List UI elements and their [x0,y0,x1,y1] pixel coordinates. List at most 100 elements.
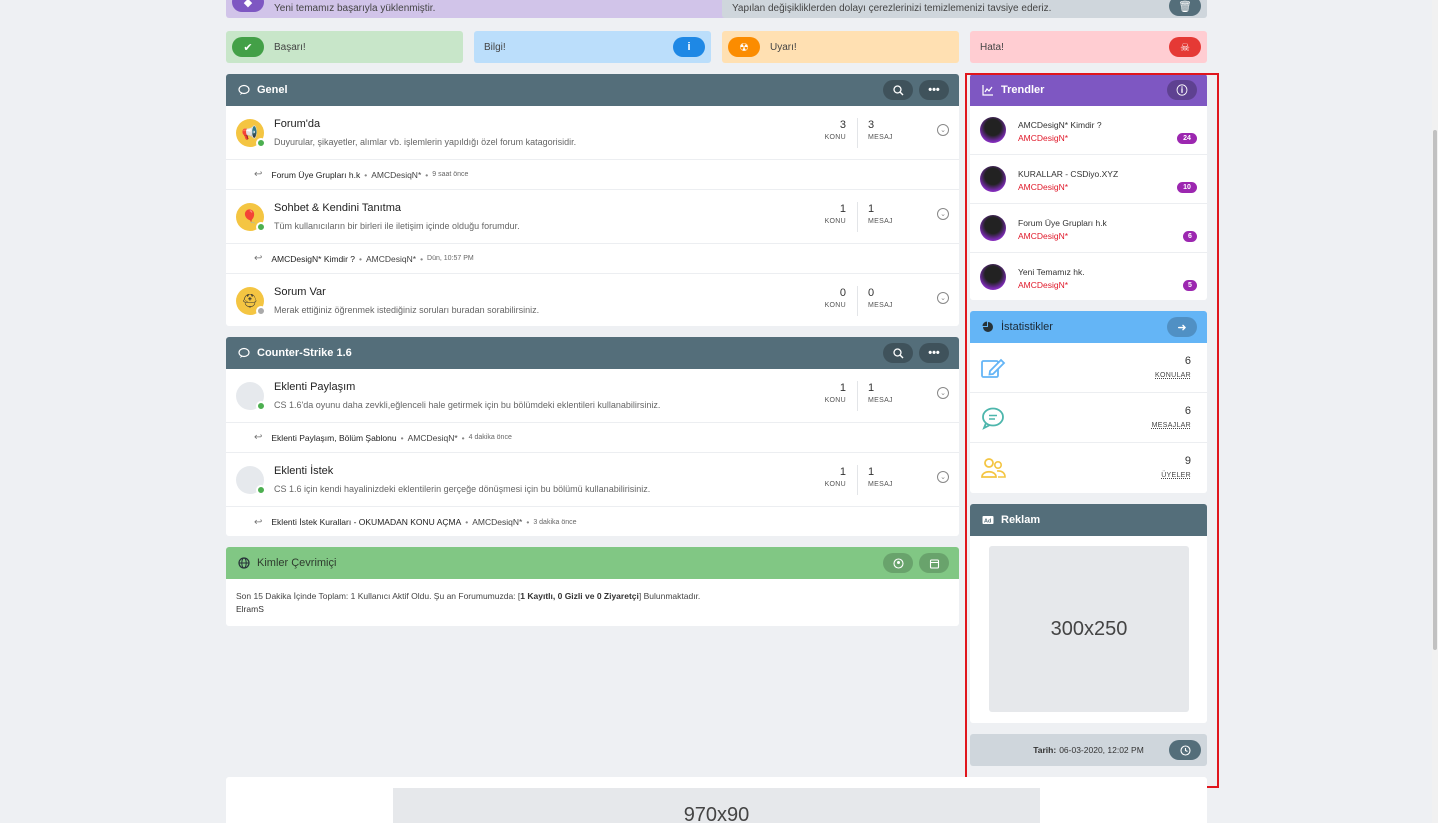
calendar-icon[interactable] [919,553,949,573]
scrollbar[interactable] [1432,0,1438,823]
forum-topics: 0 KONU [824,287,846,309]
forum-title[interactable]: Eklenti İstek [274,465,333,477]
forum-title[interactable]: Sohbet & Kendini Tanıtma [274,202,401,214]
last-post-time: 9 saat önce [432,171,469,178]
chevron-down-icon[interactable]: ⌄ [937,208,949,220]
forum-row[interactable]: Eklenti Paylaşım CS 1.6'da oyunu daha ze… [226,369,959,423]
avatar[interactable] [980,166,1006,192]
forum-row[interactable]: 🎈 Sohbet & Kendini Tanıtma Tüm kullanıcı… [226,190,959,244]
trend-item[interactable]: KURALLAR - CSDiyo.XYZ AMCDesigN* 10 [970,155,1207,204]
reply-icon: ↩ [254,516,263,528]
last-post: ↩ Eklenti Paylaşım, Bölüm Şablonu • AMCD… [226,423,959,453]
trend-item[interactable]: AMCDesigN* Kimdir ? AMCDesigN* 24 [970,106,1207,155]
chevron-down-icon[interactable]: ⌄ [937,124,949,136]
status-dot [256,222,266,232]
forum-row[interactable]: 📢 Forum'da Duyurular, şikayetler, alımla… [226,106,959,160]
forum-description: CS 1.6 için kendi hayalinizdeki eklentil… [274,484,651,494]
alert-success: ✔ Başarı! [226,31,463,63]
date-bar: Tarih: 06-03-2020, 12:02 PM [970,734,1207,766]
chevron-down-icon[interactable]: ⌄ [937,471,949,483]
forum-posts: 1 MESAJ [868,382,893,404]
last-post-title[interactable]: Eklenti İstek Kuralları - OKUMADAN KONU … [271,517,461,527]
chevron-down-icon[interactable]: ⌄ [937,292,949,304]
globe-icon [238,557,250,569]
trend-item[interactable]: Forum Üye Grupları h.k AMCDesigN* 6 [970,204,1207,253]
chart-line-icon [982,84,994,96]
trend-title[interactable]: Forum Üye Grupları h.k [1018,218,1107,228]
skull-icon: ☠ [1169,37,1201,57]
forum-posts: 1 MESAJ [868,466,893,488]
category-title[interactable]: Counter-Strike 1.6 [257,347,352,359]
forum-description: CS 1.6'da oyunu daha zevkli,eğlenceli ha… [274,400,661,410]
forum-topics: 1 KONU [824,466,846,488]
category-header: Counter-Strike 1.6 ••• [226,337,959,369]
forum-row[interactable]: ⛑ Sorum Var Merak ettiğiniz öğrenmek ist… [226,274,959,326]
avatar[interactable] [980,215,1006,241]
more-icon[interactable]: ••• [919,80,949,100]
trend-user[interactable]: AMCDesigN* [1018,182,1068,192]
pie-chart-icon [982,321,994,333]
avatar[interactable] [980,117,1006,143]
trend-title[interactable]: AMCDesigN* Kimdir ? [1018,120,1102,130]
bottom-ad-size-label: 970x90 [683,804,750,823]
ad-size-label: 300x250 [1050,617,1128,640]
alert-success-text: Başarı! [274,41,306,53]
forum-title[interactable]: Eklenti Paylaşım [274,381,355,393]
trends-header: Trendler ⓘ [970,74,1207,106]
last-post-user[interactable]: AMCDesiqN* [371,170,421,180]
category-genel: Genel ••• 📢 Forum'da Duyurular, şikayetl… [226,74,959,326]
svg-text:Ad: Ad [984,518,991,524]
trend-title[interactable]: Yeni Temamız hk. [1018,267,1085,277]
alert-warning: ☢ Uyarı! [722,31,959,63]
category-title[interactable]: Genel [257,84,288,96]
last-post-title[interactable]: Eklenti Paylaşım, Bölüm Şablonu [271,433,396,443]
user-circle-icon[interactable] [883,553,913,573]
forum-title[interactable]: Forum'da [274,118,320,130]
notice-cookie-text: Yapılan değişikliklerden dolayı çerezler… [732,2,1052,14]
trend-user[interactable]: AMCDesigN* [1018,231,1068,241]
ad-header: Ad Reklam [970,504,1207,536]
ad-title: Reklam [1001,514,1041,526]
trend-user[interactable]: AMCDesigN* [1018,280,1068,290]
search-icon[interactable] [883,80,913,100]
info-circle-icon[interactable]: ⓘ [1167,80,1197,100]
bottom-ad-placeholder[interactable]: 970x90 [393,788,1040,823]
online-text: Son 15 Dakika İçinde Toplam: 1 Kullanıcı… [236,591,701,601]
forum-row[interactable]: Eklenti İstek CS 1.6 için kendi hayalini… [226,453,959,507]
last-post-user[interactable]: AMCDesiqN* [408,433,458,443]
forum-title[interactable]: Sorum Var [274,286,326,298]
last-post: ↩ Eklenti İstek Kuralları - OKUMADAN KON… [254,516,577,528]
status-dot [256,485,266,495]
stat-value: 6 [1184,405,1191,417]
arrow-right-circle-icon[interactable]: ➜ [1167,317,1197,337]
trend-title[interactable]: KURALLAR - CSDiyo.XYZ [1018,169,1118,179]
trash-icon[interactable]: 🗑 [1169,0,1201,16]
trend-count-badge: 6 [1183,231,1197,242]
category-header: Genel ••• [226,74,959,106]
chevron-down-icon[interactable]: ⌄ [937,387,949,399]
stats-header: İstatistikler ➜ [970,311,1207,343]
forum-topics: 1 KONU [824,203,846,225]
clock-icon[interactable] [1169,740,1201,760]
alert-error-text: Hata! [980,41,1004,53]
ad-placeholder[interactable]: 300x250 [989,546,1189,712]
scrollbar-thumb[interactable] [1433,130,1437,650]
info-icon: i [673,37,705,57]
last-post-user[interactable]: AMCDesiqN* [472,517,522,527]
last-post-title[interactable]: Forum Üye Grupları h.k [271,170,360,180]
last-post-title[interactable]: AMCDesigN* Kimdir ? [271,254,355,264]
online-users[interactable]: ElramS [226,601,959,614]
last-post-user[interactable]: AMCDesiqN* [366,254,416,264]
category-counter-strike: Counter-Strike 1.6 ••• Eklenti Paylaşım … [226,337,959,536]
avatar[interactable] [980,264,1006,290]
forum-posts: 3 MESAJ [868,119,893,141]
trend-count-badge: 10 [1177,182,1197,193]
stat-label: MESAJLAR [1151,422,1191,429]
megaphone-icon: 📢 [236,119,266,148]
trend-user[interactable]: AMCDesigN* [1018,133,1068,143]
online-header: Kimler Çevrimiçi [226,547,959,579]
more-icon[interactable]: ••• [919,343,949,363]
trend-item[interactable]: Yeni Temamız hk. AMCDesigN* 5 [970,253,1207,300]
search-icon[interactable] [883,343,913,363]
ad-panel: Ad Reklam 300x250 [970,504,1207,723]
